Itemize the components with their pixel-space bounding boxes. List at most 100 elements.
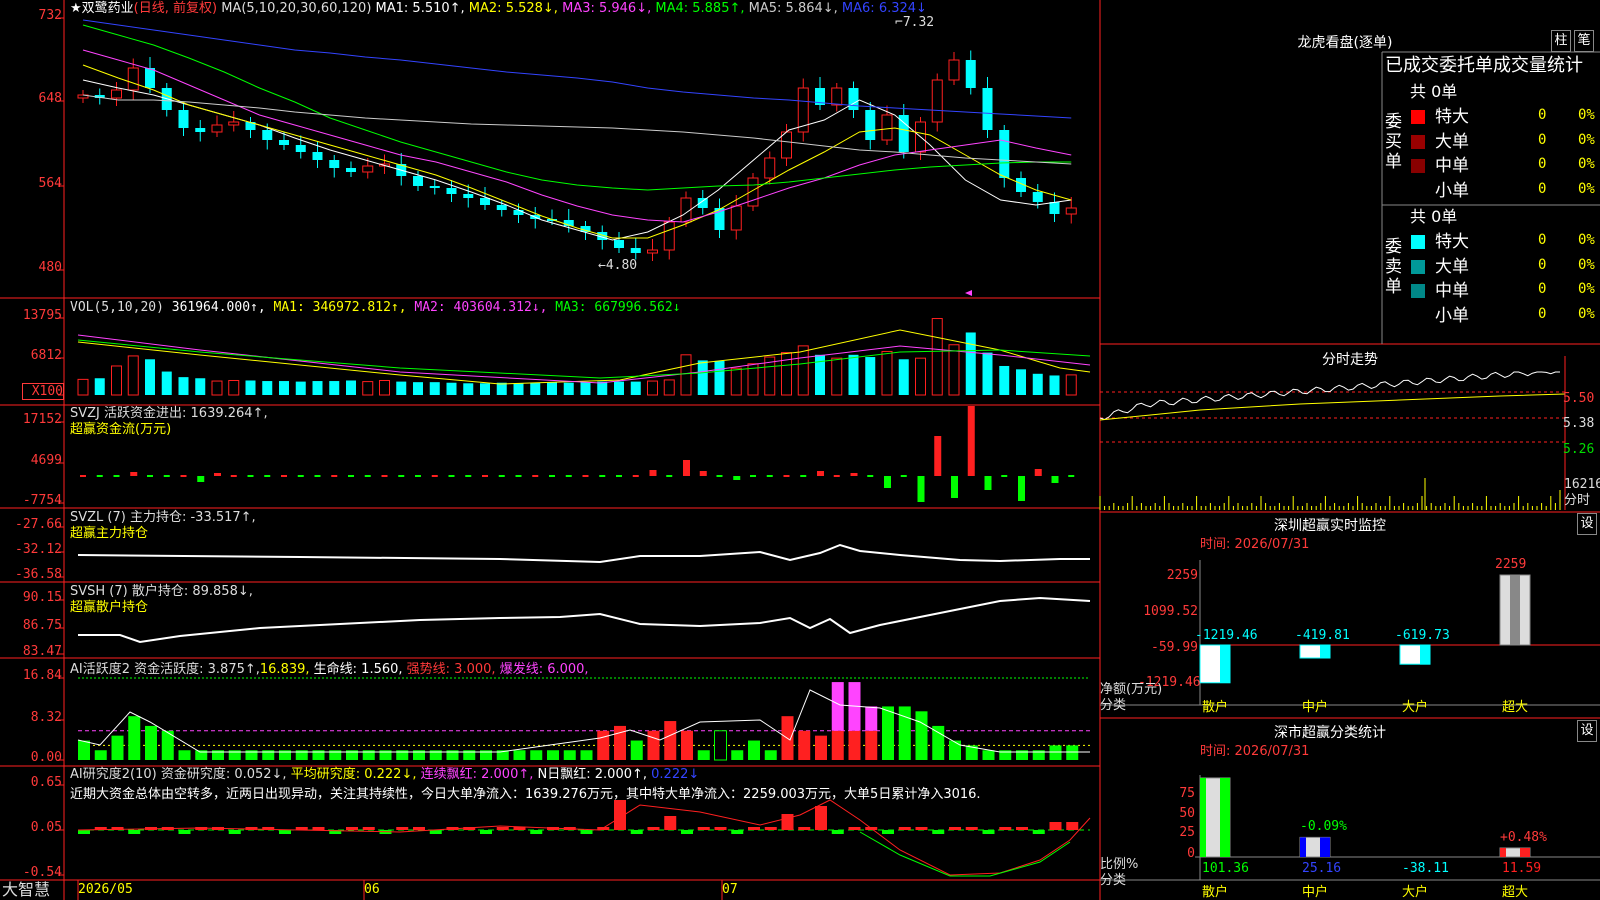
y-tick-svzj-2: -7754 [22,493,62,508]
vol-bar-13 [295,381,306,395]
vol-bar-21 [429,382,440,395]
vol-bar-3 [127,355,139,396]
air-bar-57 [1032,830,1045,834]
candle-body-39 [730,205,742,231]
monitor-bar-label-1: -419.81 [1295,628,1350,643]
y-tick-vol-1: 6812 [30,348,62,363]
fenshi-y-0: 5.50 [1563,391,1595,406]
buy-name-1: 大单 [1435,131,1469,152]
svzj-bar-0 [80,475,86,477]
buy-count-1: 0 [1538,131,1547,148]
vol-bar-56 [1016,369,1026,395]
classify-settings-button[interactable]: 设 [1577,720,1597,742]
air-bar-17 [362,827,375,830]
svzj-bar-35 [666,475,673,477]
x-label-1: 06 [364,882,380,897]
buy-name-3: 小单 [1435,180,1469,201]
svzj-bar-45 [833,475,840,477]
svzj-bar-30 [582,475,589,477]
vol-bar-48 [881,350,893,396]
tick-mode-button[interactable]: 笔 [1574,30,1594,52]
svzj-sub: 超赢资金流(万元) [70,422,172,437]
y-tick-svsh-0: 90.15 [22,590,62,605]
chart-canvas[interactable] [0,0,1600,900]
ai2-bar-40 [748,740,760,760]
air-bar-46 [848,827,861,830]
fenshi-y-1: 5.38 [1563,416,1595,431]
air-bar-6 [178,830,191,834]
vol-bar-6 [178,377,189,395]
vol-bar-8 [211,380,223,396]
buy-pct-3: 0% [1578,180,1595,197]
y-tick-air-0: 0.65 [30,775,62,790]
vol-bar-16 [346,380,356,395]
svzj-bar-42 [783,475,790,477]
vol-bar-46 [848,354,859,395]
sell-name-3: 小单 [1435,305,1469,326]
monitor-y-2: -59.99 [1151,640,1198,655]
y-tick-svsh-1: 86.75 [22,618,62,633]
y-tick-vol-0: 13795 [22,308,62,323]
ai2-bar-37 [697,750,710,760]
sell-pct-2: 0% [1578,281,1595,297]
classify-bar-shade-1 [1320,837,1330,857]
svzl-line [77,543,1090,564]
svzj-bar-57 [1034,469,1042,476]
vol-bar-51 [931,318,943,396]
sell-count-0: 0 [1538,232,1547,248]
x-label-0: 2026/05 [78,882,133,897]
candle-body-57 [1032,192,1043,202]
bar-mode-button[interactable]: 柱 [1551,30,1571,52]
vol-bar-35 [663,379,675,396]
monitor-time: 时间: 2026/07/31 [1200,537,1310,552]
svzj-bar-40 [750,475,756,477]
ma-value-2: MA2: 5.528↓, [464,1,558,16]
y-tick-ai2-1: 8.32 [30,710,62,725]
air-bar-55 [999,827,1012,830]
ai2-bar-48 [882,706,894,760]
ai2-bar-35 [664,721,677,760]
ai2-bar-51 [932,725,945,760]
svzj-bar-41 [766,475,773,477]
vol-bar-47 [865,357,876,395]
svzl-header: SVZL (7) 主力持仓: -33.517↑, [70,510,256,525]
ai2-bar-41 [764,750,777,760]
vol-bar-59 [1065,374,1077,396]
svzj-bar-50 [917,476,925,502]
y-tick-ai2-2: 0.00 [30,750,62,765]
svzj-bar-17 [364,475,371,477]
candle-body-25 [496,205,507,210]
svzj-bar-21 [431,475,438,477]
air-bar-24 [480,830,492,834]
ai2-bar-base-46 [848,730,861,760]
candle-body-59 [1065,207,1077,215]
candle-body-42 [781,131,792,159]
monitor-settings-button[interactable]: 设 [1577,513,1597,535]
fenshi-y-2: 5.26 [1563,442,1595,457]
classify-time: 时间: 2026/07/31 [1200,744,1310,759]
candle-body-49 [898,115,909,152]
y-tick-svzl-0: -27.66 [15,517,62,532]
y-tick-svzj-1: 4699 [30,453,62,468]
fenshi-title: 分时走势 [1322,352,1378,368]
high-label: ⌐7.32 [895,15,935,30]
stock-period: (日线, 前复权) [133,1,218,16]
vol-bar-45 [831,357,843,396]
vol-unit-badge[interactable]: X100 [22,383,64,400]
lhb-section-title: 已成交委托单成交量统计 [1385,55,1583,76]
svzj-bar-13 [297,475,304,477]
air-bar-54 [982,830,995,834]
svzj-bar-11 [264,475,271,477]
ai2-bar-base-45 [831,730,844,760]
vol-bar-37 [697,360,708,395]
air-bar-56 [1016,827,1028,830]
candle-body-35 [663,221,675,251]
vol-bar-54 [982,352,993,395]
air-bar-33 [630,830,643,834]
classify-bar-label-2: -38.11 [1402,861,1449,876]
svzj-bar-56 [1018,476,1025,501]
classify-top-label-1: -0.09% [1300,819,1347,835]
classify-title: 深市超赢分类统计 [1274,725,1386,741]
vol-bar-39 [730,367,742,396]
svzj-bar-55 [1001,475,1008,477]
